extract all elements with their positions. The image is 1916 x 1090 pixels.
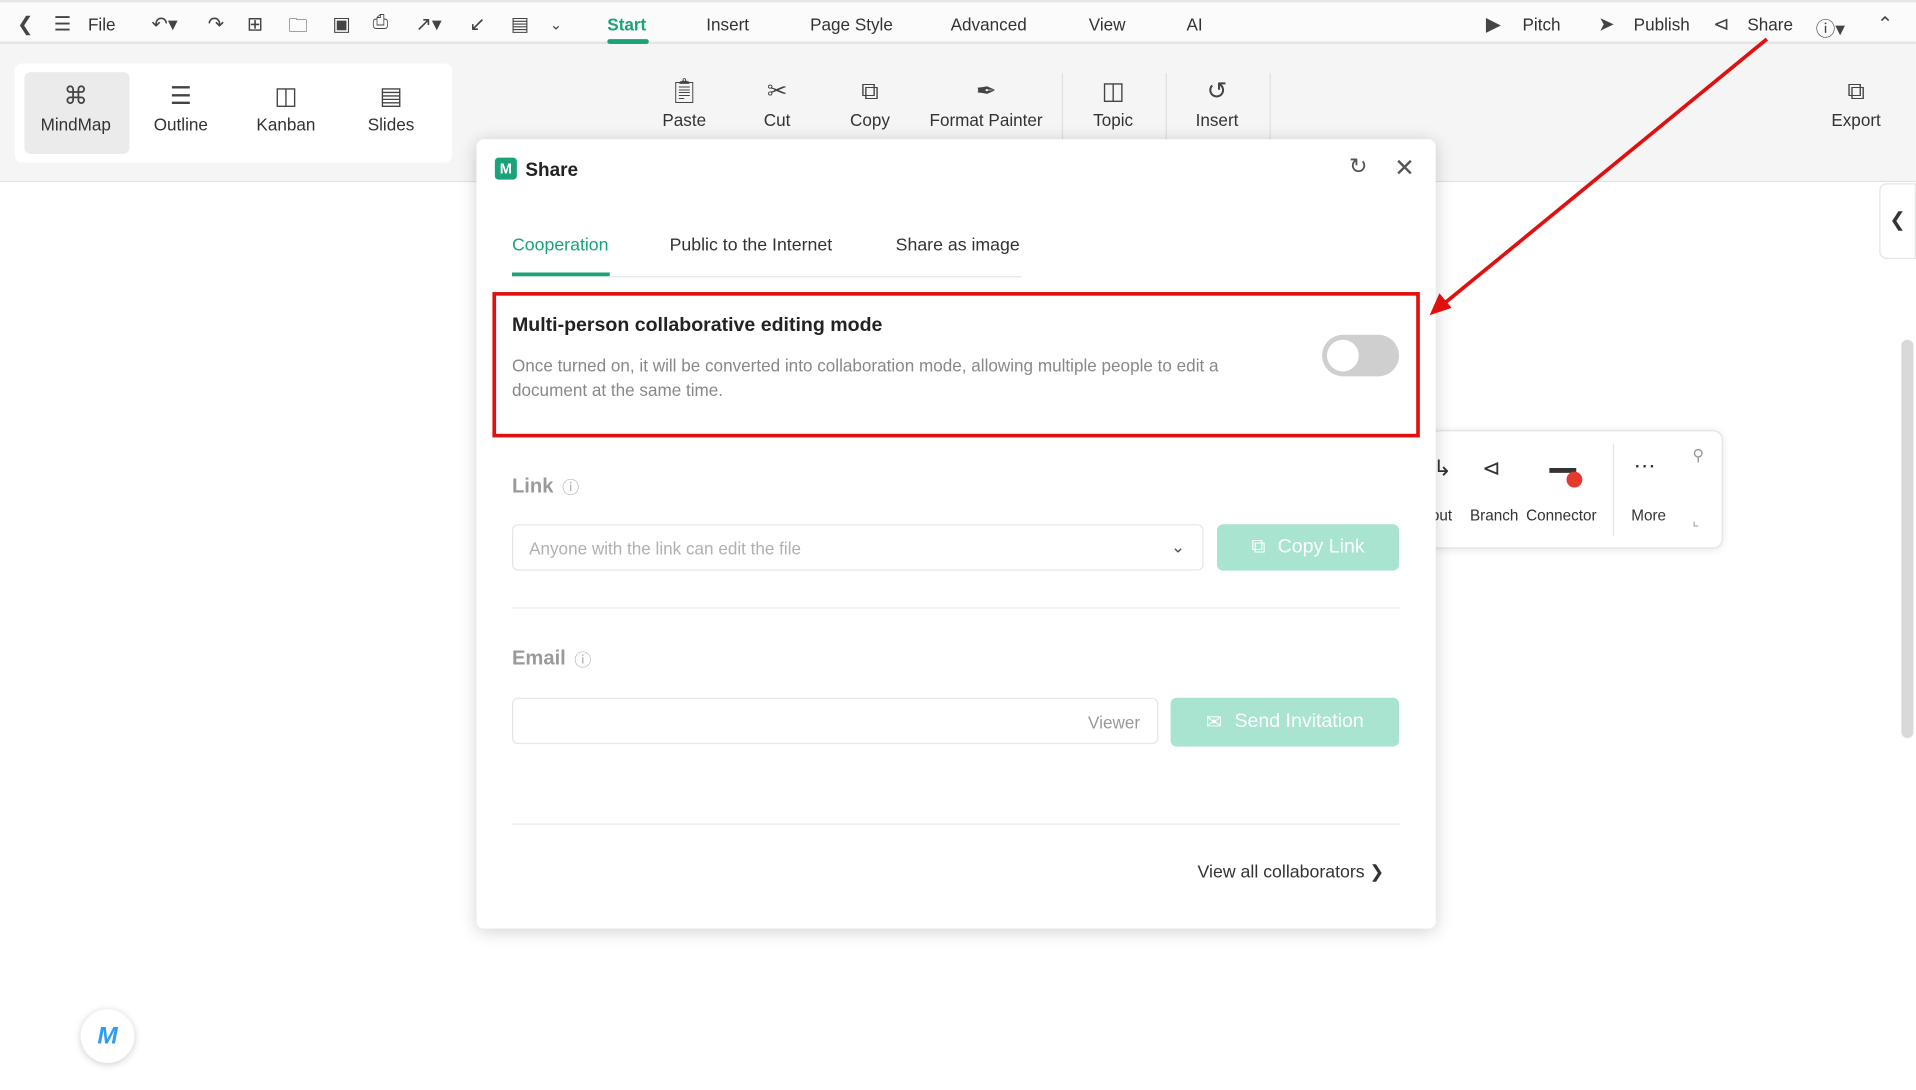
arrow-line — [1440, 37, 1769, 307]
arrow-head — [1429, 293, 1452, 316]
annotation-arrow — [1429, 37, 1769, 316]
